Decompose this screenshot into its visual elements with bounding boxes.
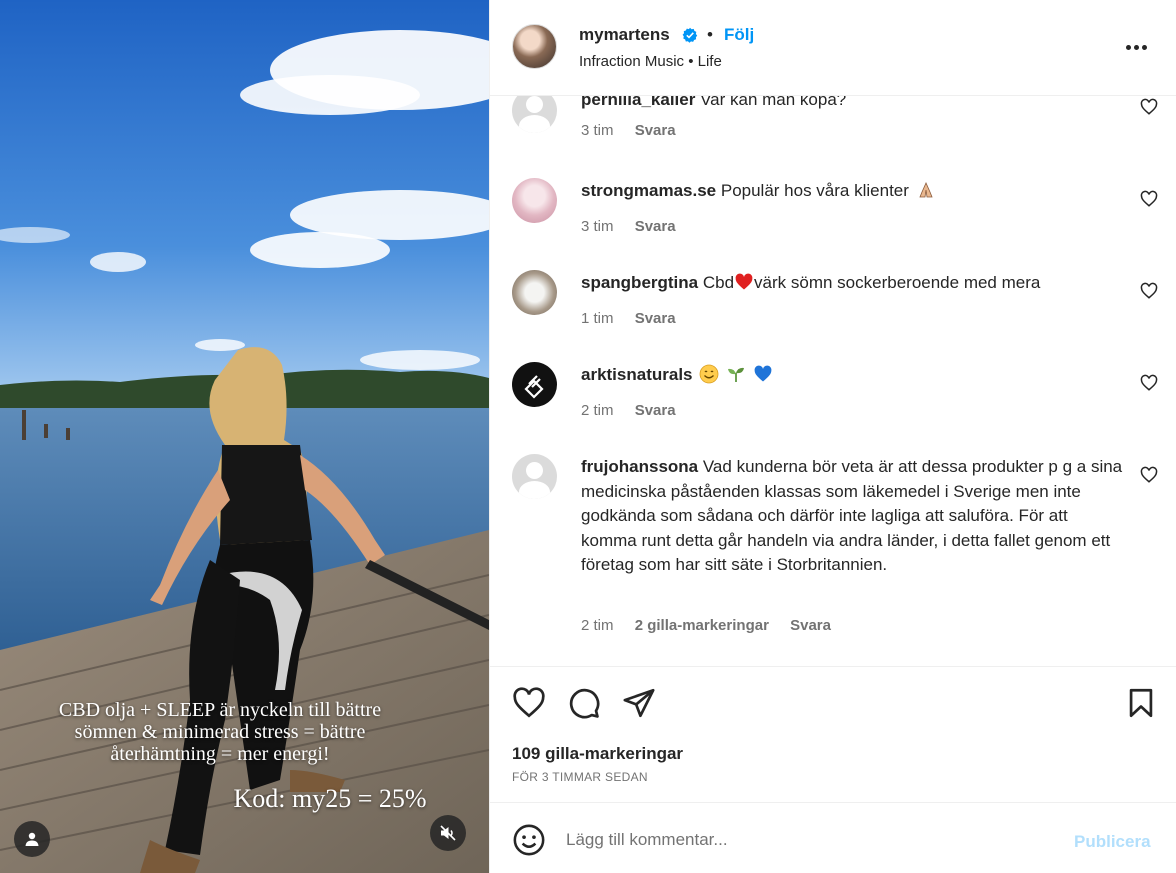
share-paper-plane-icon[interactable] <box>622 686 656 720</box>
audio-location-subtitle[interactable]: Infraction Music • Life <box>579 53 722 70</box>
dot-icon <box>1142 44 1147 50</box>
comment-body: strongmamas.se Populär hos våra klienter <box>581 179 1121 204</box>
commenter-username[interactable]: arktisnaturals <box>581 365 693 384</box>
comment-meta: 1 tim Svara <box>581 310 676 327</box>
like-heart-icon[interactable] <box>512 686 546 720</box>
emoji-picker-icon[interactable] <box>512 823 546 857</box>
commenter-avatar[interactable] <box>512 270 557 315</box>
post-media[interactable]: CBD olja + SLEEP är nyckeln till bättre … <box>0 0 489 873</box>
comment-item: arktisnaturals 2 tim Svara <box>490 350 1176 442</box>
dot-icon <box>1134 44 1139 50</box>
comment-text-prefix: Cbd <box>702 273 735 292</box>
comment-meta: 3 tim Svara <box>581 218 676 235</box>
header-separator: • <box>707 25 713 44</box>
comment-composer: Publicera <box>490 802 1176 873</box>
comment-text: Populär hos våra klienter <box>720 181 909 200</box>
publish-button[interactable]: Publicera <box>1074 832 1151 852</box>
heart-icon[interactable] <box>1140 466 1158 484</box>
dot-icon <box>1126 44 1131 50</box>
comment-body: frujohanssona Vad kunderna bör veta är a… <box>581 455 1126 578</box>
comment-time[interactable]: 2 tim <box>581 617 614 634</box>
commenter-username[interactable]: frujohanssona <box>581 457 698 476</box>
add-comment-input[interactable] <box>566 825 1046 855</box>
comment-likes-count[interactable]: 2 gilla-markeringar <box>635 617 769 634</box>
heart-icon[interactable] <box>1140 374 1158 392</box>
comment-meta: 3 tim Svara <box>581 122 676 139</box>
comment-time[interactable]: 3 tim <box>581 218 614 235</box>
commenter-avatar[interactable] <box>512 454 557 499</box>
verified-badge-icon <box>682 27 698 43</box>
reply-button[interactable]: Svara <box>635 402 676 419</box>
caption-line: sömnen & minimerad stress = bättre <box>74 721 366 743</box>
tagged-users-button[interactable] <box>14 821 50 857</box>
post-details-panel: mymartens • Följ Infraction Music • Life… <box>489 0 1176 873</box>
comment-time[interactable]: 2 tim <box>581 402 614 419</box>
smiling-face-icon <box>699 364 719 384</box>
follow-button[interactable]: Följ <box>724 25 754 45</box>
comment-item: pernilla_kaller Var kan man köpa? 3 tim … <box>490 96 1176 166</box>
commenter-username[interactable]: pernilla_kaller <box>581 96 695 109</box>
author-avatar[interactable] <box>512 24 557 69</box>
person-icon <box>25 832 39 846</box>
post-header: mymartens • Följ Infraction Music • Life <box>490 0 1176 96</box>
mute-toggle-button[interactable] <box>430 815 466 851</box>
comment-text: värk sömn sockerberoende med mera <box>754 273 1041 292</box>
folded-hands-icon <box>919 182 933 198</box>
caption-line: CBD olja + SLEEP är nyckeln till bättre <box>58 699 382 721</box>
video-caption-overlay: CBD olja + SLEEP är nyckeln till bättre … <box>0 699 440 765</box>
comment-meta: 2 tim Svara <box>581 402 676 419</box>
comment-item: frujohanssona Vad kunderna bör veta är a… <box>490 442 1176 642</box>
comment-body: arktisnaturals <box>581 363 1121 388</box>
heart-icon[interactable] <box>1140 98 1158 116</box>
comment-meta: 2 tim 2 gilla-markeringar Svara <box>581 617 831 634</box>
post-likes-count[interactable]: 109 gilla-markeringar <box>512 744 683 764</box>
save-bookmark-icon[interactable] <box>1124 686 1158 720</box>
comment-item: strongmamas.se Populär hos våra klienter… <box>490 166 1176 258</box>
heart-icon[interactable] <box>1140 190 1158 208</box>
reply-button[interactable]: Svara <box>790 617 831 634</box>
commenter-avatar[interactable] <box>512 96 557 133</box>
speaker-muted-icon <box>440 825 456 841</box>
caption-line: återhämtning = mer energi! <box>110 743 330 765</box>
comment-item: spangbergtina Cbd värk sömn sockerberoen… <box>490 258 1176 350</box>
comment-time[interactable]: 3 tim <box>581 122 614 139</box>
comment-body: spangbergtina Cbd värk sömn sockerberoen… <box>581 271 1121 296</box>
brand-logo-icon <box>524 375 544 399</box>
seedling-icon <box>727 367 744 382</box>
author-username[interactable]: mymartens <box>579 25 670 45</box>
comment-bubble-icon[interactable] <box>567 686 601 720</box>
commenter-avatar[interactable] <box>512 178 557 223</box>
comment-body: pernilla_kaller Var kan man köpa? <box>581 96 1121 113</box>
blue-heart-icon <box>754 365 772 382</box>
post-actions-bar: 109 gilla-markeringar FÖR 3 TIMMAR SEDAN <box>490 666 1176 802</box>
more-options-button[interactable] <box>1126 36 1152 58</box>
commenter-username[interactable]: strongmamas.se <box>581 181 716 200</box>
commenter-avatar[interactable] <box>512 362 557 407</box>
comments-list[interactable]: pernilla_kaller Var kan man köpa? 3 tim … <box>490 96 1176 666</box>
commenter-username[interactable]: spangbergtina <box>581 273 698 292</box>
post-timestamp[interactable]: FÖR 3 TIMMAR SEDAN <box>512 770 648 784</box>
reply-button[interactable]: Svara <box>635 218 676 235</box>
heart-icon[interactable] <box>1140 282 1158 300</box>
comment-text: Var kan man köpa? <box>700 96 847 109</box>
comment-time[interactable]: 1 tim <box>581 310 614 327</box>
reply-button[interactable]: Svara <box>635 122 676 139</box>
discount-code-overlay: Kod: my25 = 25% <box>233 784 427 813</box>
reply-button[interactable]: Svara <box>635 310 676 327</box>
red-heart-icon <box>735 273 753 290</box>
